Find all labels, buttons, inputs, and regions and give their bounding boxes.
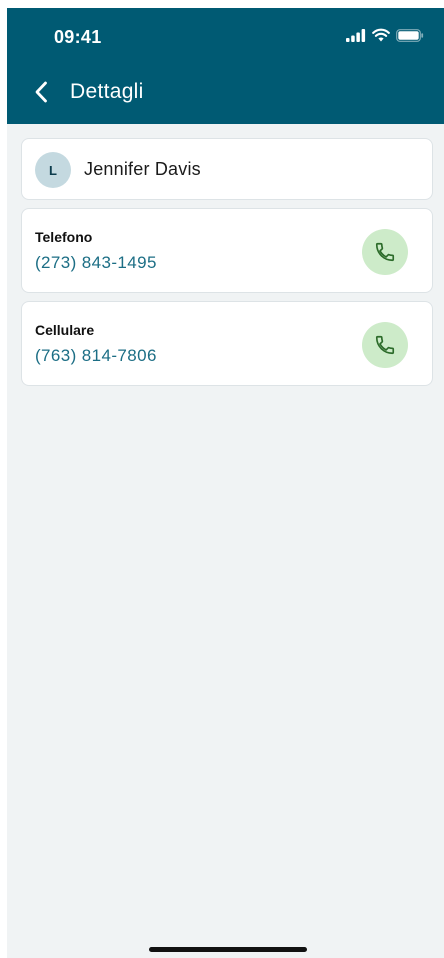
call-button-telefono[interactable] — [362, 229, 408, 275]
signal-icon — [346, 28, 366, 42]
status-icons — [346, 28, 424, 42]
phone-number[interactable]: (763) 814-7806 — [35, 346, 157, 366]
status-time: 09:41 — [54, 27, 102, 47]
battery-icon — [396, 28, 424, 42]
phone-card-cellulare: Cellulare (763) 814-7806 — [21, 301, 433, 386]
wifi-icon — [372, 28, 390, 42]
page-title: Dettagli — [70, 80, 144, 103]
back-button[interactable] — [29, 80, 53, 104]
contact-name: Jennifer Davis — [84, 159, 201, 179]
phone-card-telefono: Telefono (273) 843-1495 — [21, 208, 433, 293]
phone-label: Telefono — [35, 229, 93, 245]
call-button-cellulare[interactable] — [362, 322, 408, 368]
app-header: 09:41 Dettagli — [7, 8, 444, 124]
phone-icon — [375, 335, 395, 355]
chevron-left-icon — [35, 81, 47, 103]
phone-label: Cellulare — [35, 322, 95, 338]
home-indicator[interactable] — [149, 947, 307, 952]
contact-name-card: L Jennifer Davis — [21, 138, 433, 200]
avatar: L — [35, 152, 71, 188]
screen: 09:41 Dettagli L Jennifer Davis Telefono… — [7, 8, 444, 958]
phone-number[interactable]: (273) 843-1495 — [35, 253, 157, 273]
phone-icon — [375, 242, 395, 262]
